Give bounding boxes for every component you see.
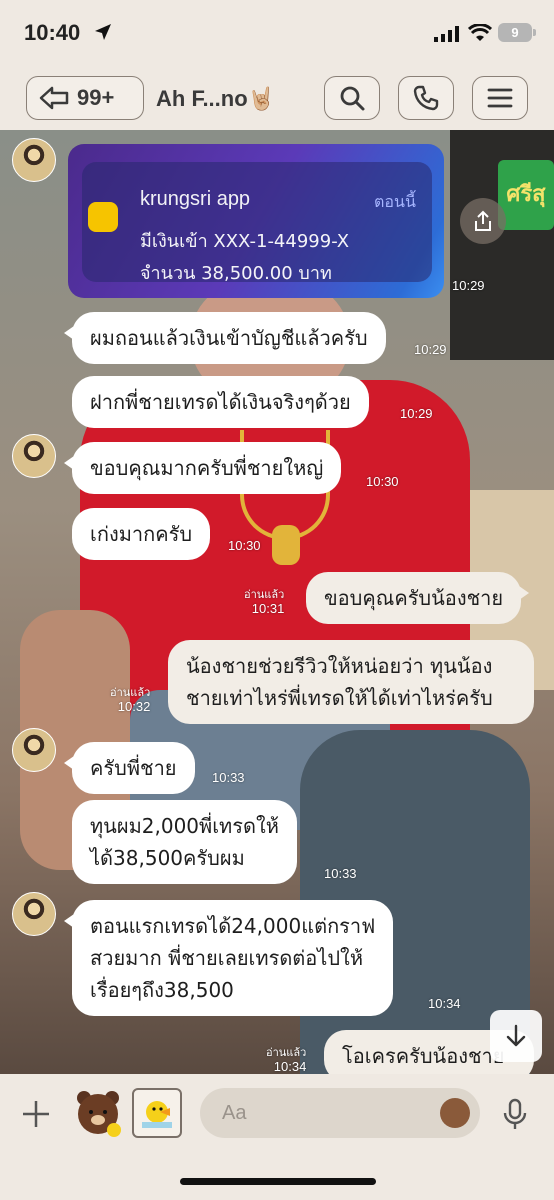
location-arrow-icon [95, 24, 111, 40]
message-read-meta: อ่านแล้ว 10:31 [244, 588, 284, 616]
home-indicator [180, 1178, 376, 1185]
emoji-icon[interactable] [440, 1098, 470, 1128]
message-bubble[interactable]: ขอบคุณครับน้องชาย [306, 572, 530, 624]
message-time: 10:31 [251, 601, 285, 616]
sticker-icon[interactable] [72, 1086, 124, 1138]
message-time: 10:30 [366, 474, 399, 489]
read-receipt: อ่านแล้ว [110, 686, 151, 699]
message-time: 10:30 [228, 538, 261, 553]
krungsri-logo-icon [88, 202, 118, 232]
message-bubble[interactable]: ผมถอนแล้วเงินเข้าบัญชีแล้วครับ [64, 312, 386, 364]
gallery-button[interactable] [132, 1088, 182, 1138]
message-line: สวยมาก พี่ชายเลยเทรดต่อไปให้ [90, 946, 364, 970]
message-read-meta: อ่านแล้ว 10:32 [110, 686, 150, 714]
notification-when: ตอนนี้ [374, 192, 416, 211]
message-line: ตอนแรกเทรดได้24,000แต่กราฟ [90, 914, 376, 938]
phone-icon [413, 85, 439, 111]
message-bubble[interactable]: ทุนผม2,000พี่เทรดให้ ได้38,500ครับผม [72, 800, 297, 884]
notification-app-name: krungsri app [140, 188, 251, 210]
avatar[interactable] [12, 434, 56, 478]
battery-indicator: 9 [498, 23, 532, 42]
read-receipt: อ่านแล้ว [266, 1046, 307, 1059]
bank-notification-image[interactable]: krungsri app ตอนนี้ มีเงินเข้า XXX-1-449… [68, 144, 444, 298]
chat-title[interactable]: Ah F...no🤘🏼 [156, 86, 275, 112]
gallery-icon [142, 1101, 172, 1128]
avatar[interactable] [12, 138, 56, 182]
plus-icon[interactable] [20, 1098, 52, 1130]
message-time: 10:32 [117, 699, 151, 714]
message-time: 10:29 [414, 342, 447, 357]
call-button[interactable] [398, 76, 454, 120]
menu-button[interactable] [472, 76, 528, 120]
message-bubble[interactable]: เก่งมากครับ [72, 508, 211, 560]
message-line: เรื่อยๆถึง38,500 [90, 978, 234, 1002]
message-time: 10:33 [324, 866, 357, 881]
message-time: 10:33 [212, 770, 245, 785]
notification-line-1: มีเงินเข้า XXX-1-44999-X [140, 231, 350, 252]
message-input[interactable] [200, 1088, 480, 1138]
share-button[interactable] [460, 198, 506, 244]
status-bar: 10:40 9 [0, 0, 554, 66]
back-button[interactable]: 99+ [26, 76, 144, 120]
message-read-meta: อ่านแล้ว 10:34 [266, 1046, 306, 1074]
chat-area[interactable]: ศรีสุ krungsri app ตอนนี้ มีเงินเข้า XXX… [0, 130, 554, 1074]
unread-count: 99+ [77, 85, 115, 110]
message-line: ได้38,500ครับผม [90, 846, 245, 870]
message-time: 10:29 [452, 278, 485, 293]
background-shop-sign: ศรีสุ [498, 160, 554, 230]
avatar[interactable] [12, 728, 56, 772]
scroll-down-button[interactable] [490, 1010, 542, 1062]
status-time: 10:40 [24, 20, 81, 45]
avatar[interactable] [12, 892, 56, 936]
mic-icon[interactable] [502, 1098, 528, 1132]
message-line: ทุนผม2,000พี่เทรดให้ [90, 814, 279, 838]
message-time: 10:29 [400, 406, 433, 421]
message-line: น้องชายช่วยรีวิวให้หน่อยว่า ทุนน้อง [186, 654, 493, 678]
message-line: ชายเท่าไหร่พี่เทรดให้ได้เท่าไหร่ครับ [186, 686, 493, 710]
message-bubble[interactable]: ครับพี่ชาย [64, 742, 195, 794]
battery-cap [533, 29, 536, 36]
message-bubble[interactable]: น้องชายช่วยรีวิวให้หน่อยว่า ทุนน้อง ชายเ… [168, 640, 534, 724]
input-bar [0, 1074, 554, 1200]
message-time: 10:34 [428, 996, 461, 1011]
search-icon [340, 86, 365, 111]
message-bubble[interactable]: ขอบคุณมากครับพี่ชายใหญ่ [63, 442, 342, 494]
chat-header: 99+ Ah F...no🤘🏼 [0, 66, 554, 130]
background-pendant [272, 525, 300, 565]
message-bubble[interactable]: ตอนแรกเทรดได้24,000แต่กราฟ สวยมาก พี่ชาย… [63, 900, 394, 1016]
read-receipt: อ่านแล้ว [244, 588, 285, 601]
signal-icon [434, 26, 459, 42]
scroll-down-icon [506, 1024, 526, 1047]
message-bubble[interactable]: ฝากพี่ชายเทรดได้เงินจริงๆด้วย [72, 376, 369, 428]
wifi-icon [468, 24, 492, 41]
share-icon [475, 210, 491, 231]
menu-icon [487, 88, 513, 108]
back-arrow-icon [39, 86, 69, 110]
message-time: 10:34 [273, 1059, 307, 1074]
notification-line-2: จำนวน 38,500.00 บาท [140, 263, 332, 284]
search-button[interactable] [324, 76, 380, 120]
